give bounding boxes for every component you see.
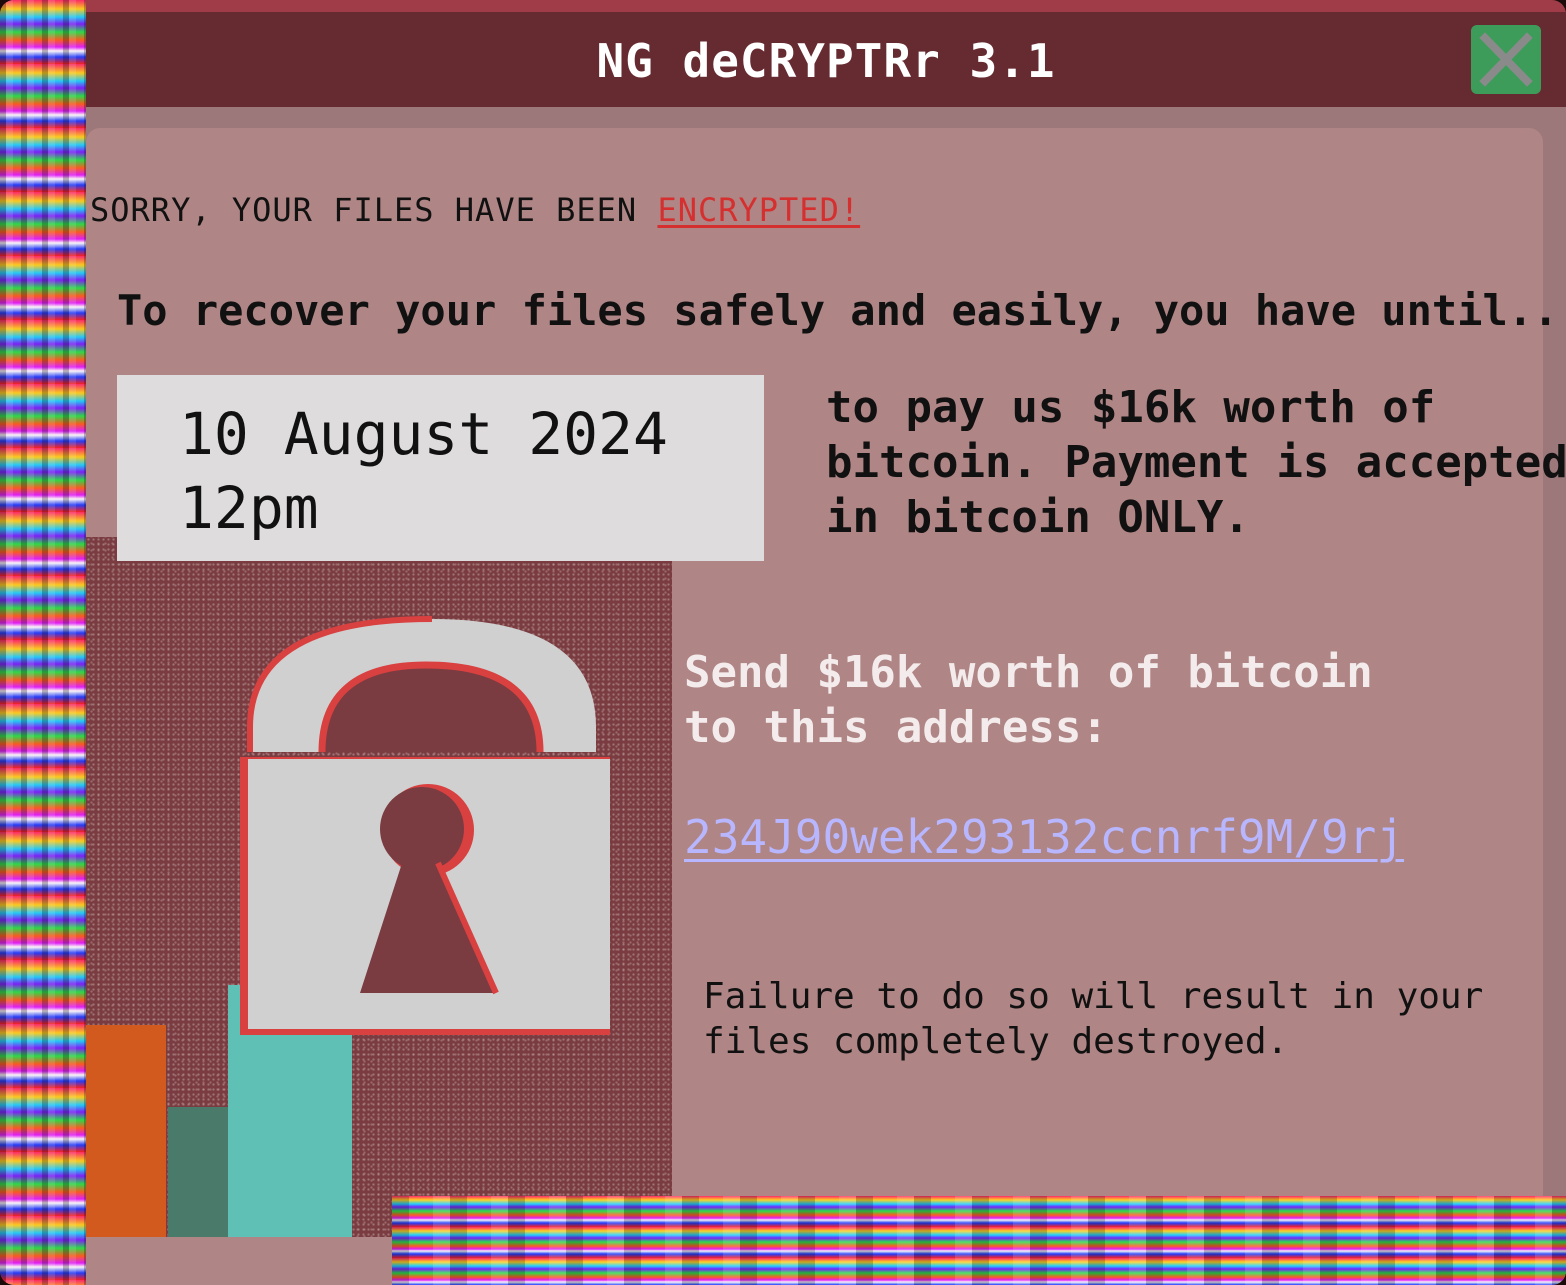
ransom-window: NG deCRYPTRr 3.1 SORRY, YOUR FILES HAVE … — [0, 0, 1566, 1285]
padlock-icon — [86, 616, 610, 1237]
deadline-box: 10 August 2024 12pm — [117, 375, 764, 561]
close-button[interactable] — [1471, 25, 1541, 94]
glitch-strip-left-overlay — [0, 0, 86, 1285]
recover-text: To recover your files safely and easily,… — [117, 286, 1566, 335]
deadline-time: 12pm — [179, 474, 319, 542]
payment-line-3: in bitcoin ONLY. — [826, 492, 1250, 543]
title-bar: NG deCRYPTRr 3.1 — [86, 12, 1566, 107]
close-x-icon — [1479, 32, 1533, 87]
glitch-strip-bottom-overlay — [392, 1196, 1566, 1285]
bitcoin-address-link[interactable]: 234J90wek293132ccnrf9M/9rj — [684, 814, 1404, 860]
deadline-date: 10 August 2024 — [179, 400, 668, 468]
noise-image-panel — [86, 537, 672, 1237]
send-instruction-line-1: Send $16k worth of bitcoin — [684, 647, 1373, 698]
sorry-text: SORRY, YOUR FILES HAVE BEEN — [90, 191, 658, 229]
send-instruction-line-2: to this address: — [684, 702, 1108, 753]
payment-line-2: bitcoin. Payment is accepted — [826, 437, 1566, 488]
warning-line-2: files completely destroyed. — [703, 1021, 1289, 1062]
encrypted-word: ENCRYPTED! — [657, 191, 861, 229]
warning-line-1: Failure to do so will result in your — [703, 976, 1484, 1017]
window-title: NG deCRYPTRr 3.1 — [596, 34, 1056, 88]
payment-line-1: to pay us $16k worth of — [826, 382, 1436, 433]
sorry-heading: SORRY, YOUR FILES HAVE BEEN ENCRYPTED! — [90, 194, 860, 226]
